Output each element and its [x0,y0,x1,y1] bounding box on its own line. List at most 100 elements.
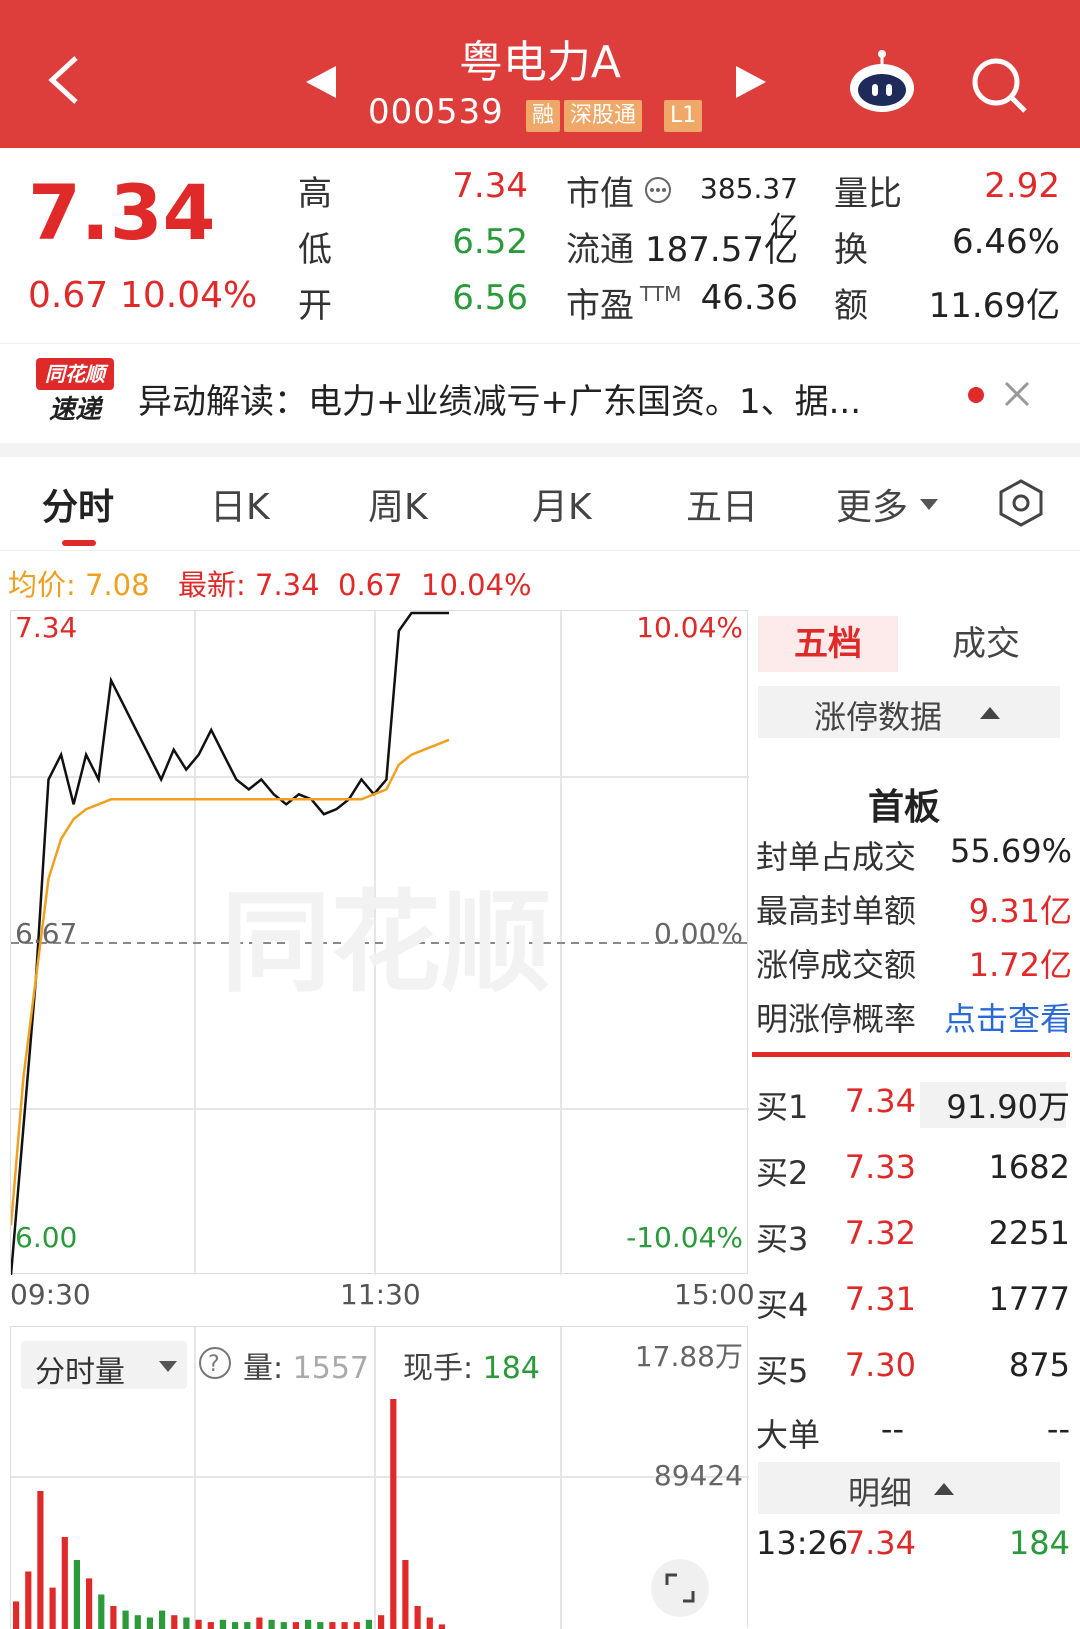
board-title: 首板 [868,778,940,830]
volume-bar [37,1491,43,1629]
volume-bar [74,1560,80,1629]
volume-ratio-value: 2.92 [920,166,1060,206]
volume-bar [98,1595,104,1629]
max-seal-label: 最高封单额 [756,886,916,932]
limit-amount-value: 1.72亿 [920,940,1072,986]
volume-bar [50,1588,56,1629]
margin-tag: 融 [526,100,560,132]
pct-axis-bottom: -10.04% [626,1221,743,1254]
tab-trades[interactable]: 成交 [916,616,1056,672]
volume-ratio-label: 量比 [834,166,902,215]
bid-label: 买5 [756,1346,808,1392]
chevron-down-icon [159,1361,177,1373]
bid-price: 7.34 [812,1082,916,1120]
bid-volume: 1682 [920,1148,1070,1186]
current-price: 7.34 [28,168,216,257]
fullscreen-icon[interactable] [651,1559,709,1617]
intraday-chart[interactable]: 同花顺 7.34 6.67 6.00 10.04% 0.00% -10.04% [10,610,748,1274]
volume-axis-mid: 89424 [654,1459,743,1492]
current-hand-readout: 现手: 184 [403,1343,540,1387]
volume-bar [86,1578,92,1629]
info-circle-icon[interactable] [644,176,672,208]
tab-five-levels[interactable]: 五档 [758,616,898,672]
svg-text:?: ? [208,1352,220,1377]
chevron-up-icon [980,706,1000,720]
amount-label: 额 [834,278,868,327]
big-order-volume: -- [920,1410,1070,1448]
bid-label: 买3 [756,1214,808,1260]
time-axis-end: 15:00 [674,1278,755,1311]
bid-volume: 875 [920,1346,1070,1384]
avg-price-readout: 均价: 7.08 [8,562,150,604]
volume-bar [427,1618,433,1629]
volume-readout: 量: 1557 [243,1343,369,1387]
time-axis-start: 09:30 [10,1278,91,1311]
volume-chart[interactable]: 分时量 ? 量: 1557 现手: 184 17.88万 89424 [10,1326,748,1628]
detail-volume: 184 [920,1524,1070,1562]
bid-volume: 1777 [920,1280,1070,1318]
stock-name: 粤电力A [0,26,1080,90]
high-value: 7.34 [400,166,528,206]
big-order-price: -- [812,1410,904,1448]
float-value: 187.57亿 [640,222,798,271]
seal-ratio-label: 封单占成交 [756,832,916,878]
connect-tag: 深股通 [564,100,642,132]
price-change: 0.67 [28,275,108,316]
tab-intraday[interactable]: 分时 [42,478,114,530]
big-order-label: 大单 [756,1410,820,1456]
pe-value: 46.36 [690,278,798,318]
low-value: 6.52 [400,222,528,262]
y-axis-top: 7.34 [15,611,77,644]
help-icon[interactable]: ? [197,1345,233,1385]
float-label: 流通 [566,222,634,271]
close-icon[interactable] [1004,381,1030,411]
volume-bar [390,1399,396,1629]
tab-monthly-k[interactable]: 月K [532,478,592,530]
panel-red-divider [752,1052,1070,1057]
tab-daily-k[interactable]: 日K [210,478,270,530]
robot-assistant-icon[interactable] [846,50,918,120]
pct-axis-top: 10.04% [636,611,743,644]
watermark: 同花顺 [221,879,551,1007]
search-icon[interactable] [970,56,1030,120]
time-axis-mid: 11:30 [340,1278,421,1311]
pe-label: 市盈 [566,278,634,327]
volume-axis-top: 17.88万 [635,1335,743,1375]
open-value: 6.56 [400,278,528,318]
volume-bar [378,1615,384,1629]
low-label: 低 [298,222,332,271]
order-panel: 五档 成交 涨停数据 首板 封单占成交 55.69% 最高封单额 9.31亿 涨… [752,610,1080,1628]
volume-bar [110,1606,116,1629]
news-headline[interactable]: 异动解读：电力+业绩减亏+广东国资。1、据... [138,374,861,423]
view-link[interactable]: 点击查看 [902,994,1072,1040]
tab-weekly-k[interactable]: 周K [368,478,428,530]
level-tag: L1 [664,100,702,132]
volume-bar [415,1606,421,1629]
next-stock-icon[interactable] [734,64,768,104]
bid-price: 7.30 [812,1346,916,1384]
settings-hexagon-icon[interactable] [996,478,1046,532]
volume-bar [13,1601,19,1629]
tab-five-day[interactable]: 五日 [686,478,758,530]
volume-bar [439,1624,445,1629]
detail-toggle[interactable]: 明细 [758,1462,1060,1514]
bid-volume: 2251 [920,1214,1070,1252]
volume-bar [123,1611,129,1629]
news-bar[interactable]: 同花顺 速递 异动解读：电力+业绩减亏+广东国资。1、据... [0,343,1080,444]
volume-bar [135,1615,141,1629]
turnover-label: 换 [834,222,868,271]
bid-label: 买1 [756,1082,808,1128]
tab-more[interactable]: 更多 [836,478,908,530]
volume-type-selector[interactable]: 分时量 [21,1341,187,1389]
chevron-down-icon[interactable] [920,496,938,515]
max-seal-value: 9.31亿 [920,886,1072,932]
bid-volume: 91.90万 [920,1082,1070,1128]
open-label: 开 [298,278,332,327]
limit-data-toggle[interactable]: 涨停数据 [758,686,1060,738]
tabs-divider [0,550,1080,551]
volume-bar [402,1560,408,1629]
y-axis-mid: 6.67 [15,917,77,950]
volume-bar [256,1618,262,1629]
bid-price: 7.32 [812,1214,916,1252]
latest-price-readout: 最新: 7.34 0.67 10.04% [178,562,532,604]
